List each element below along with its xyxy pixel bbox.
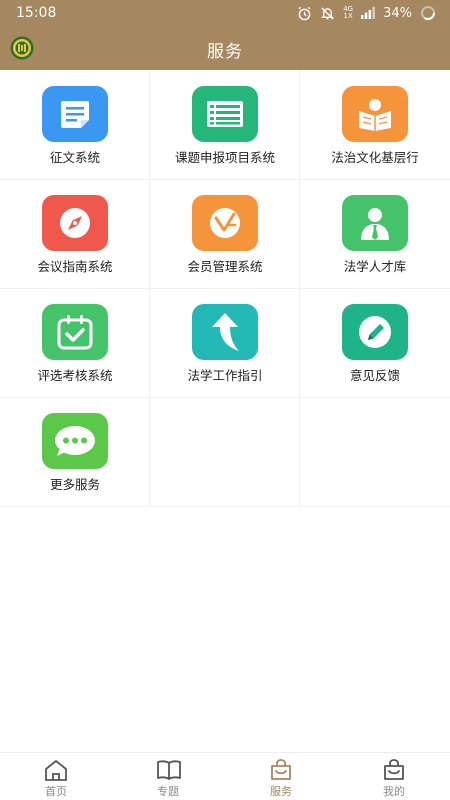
- status-bar: 15:08 4G 1X 34%: [0, 0, 450, 26]
- document-icon: [58, 98, 92, 130]
- home-icon: [44, 759, 68, 781]
- service-label: 法学工作指引: [187, 368, 263, 383]
- service-label: 征文系统: [49, 150, 100, 165]
- bag-icon: [269, 759, 293, 781]
- service-tile: [42, 195, 108, 251]
- battery-icon: [420, 5, 436, 21]
- user-bag-icon: [382, 759, 406, 781]
- service-item-talent[interactable]: 法学人才库: [300, 179, 450, 288]
- status-time: 15:08: [16, 5, 57, 21]
- person-icon: [356, 204, 394, 242]
- service-item-essay[interactable]: 征文系统: [0, 70, 150, 179]
- status-icons: 4G 1X 34%: [297, 4, 436, 22]
- more-icon: [53, 424, 97, 458]
- service-tile: [42, 304, 108, 360]
- alarm-icon: [297, 6, 312, 21]
- network-1x: 1X: [343, 12, 353, 20]
- service-label: 会议指南系统: [37, 259, 113, 274]
- tab-services[interactable]: 服务: [225, 753, 337, 800]
- service-tile: [192, 304, 258, 360]
- arrow-up-icon: [207, 311, 243, 353]
- app-bar: 服务: [0, 26, 450, 70]
- service-label: 课题申报项目系统: [174, 150, 275, 165]
- bottom-tab-bar: 首页 专题 服务 我的: [0, 752, 450, 800]
- service-label: 更多服务: [49, 477, 100, 492]
- service-label: 法学人才库: [343, 259, 407, 274]
- header: 15:08 4G 1X 34% 服务: [0, 0, 450, 70]
- tab-topics[interactable]: 专题: [112, 753, 224, 800]
- service-label: 意见反馈: [349, 368, 400, 383]
- mute-bell-icon: [320, 6, 335, 21]
- service-tile: [342, 195, 408, 251]
- tab-label: 我的: [383, 785, 405, 798]
- tab-label: 服务: [270, 785, 292, 798]
- book-icon: [156, 759, 181, 781]
- service-item-guide[interactable]: 法学工作指引: [150, 288, 300, 397]
- compass-icon: [57, 205, 93, 241]
- tab-label: 首页: [45, 785, 67, 798]
- reading-icon: [355, 97, 395, 131]
- service-label: 会员管理系统: [187, 259, 263, 274]
- list-icon: [205, 99, 245, 129]
- service-tile: [42, 413, 108, 469]
- battery-text: 34%: [383, 5, 412, 21]
- member-icon: [207, 205, 243, 241]
- page-title: 服务: [207, 42, 243, 62]
- service-item-culture[interactable]: 法治文化基层行: [300, 70, 450, 179]
- service-tile: [342, 86, 408, 142]
- tab-home[interactable]: 首页: [0, 753, 112, 800]
- tab-mine[interactable]: 我的: [338, 753, 450, 800]
- grid-divider: [0, 506, 450, 507]
- signal-icon: [361, 7, 375, 19]
- service-item-more[interactable]: 更多服务: [0, 397, 150, 506]
- pencil-icon: [356, 313, 394, 351]
- tab-label: 专题: [157, 785, 179, 798]
- service-label: 法治文化基层行: [331, 150, 419, 165]
- service-tile: [192, 86, 258, 142]
- calendar-check-icon: [56, 314, 94, 350]
- service-label: 评选考核系统: [37, 368, 113, 383]
- service-item-member[interactable]: 会员管理系统: [150, 179, 300, 288]
- service-item-feedback[interactable]: 意见反馈: [300, 288, 450, 397]
- service-item-evaluation[interactable]: 评选考核系统: [0, 288, 150, 397]
- network-indicator: 4G 1X: [343, 6, 353, 20]
- service-tile: [342, 304, 408, 360]
- service-tile: [42, 86, 108, 142]
- service-item-project[interactable]: 课题申报项目系统: [150, 70, 300, 179]
- service-tile: [192, 195, 258, 251]
- service-item-meeting[interactable]: 会议指南系统: [0, 179, 150, 288]
